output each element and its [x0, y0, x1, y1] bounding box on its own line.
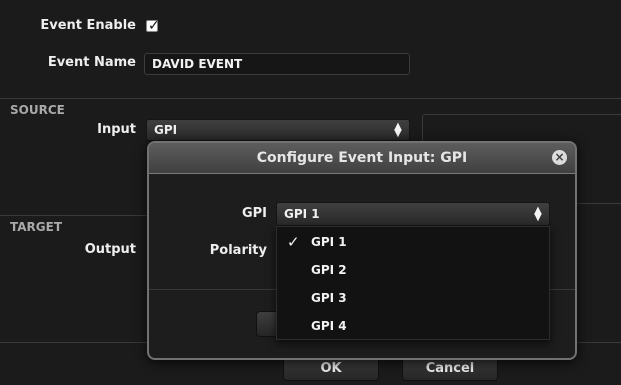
output-label: Output	[84, 242, 136, 257]
gpi-option-3[interactable]: GPI 3	[277, 284, 549, 312]
gpi-option-1[interactable]: ✓ GPI 1	[277, 228, 549, 256]
dialog-title: Configure Event Input: GPI	[256, 150, 468, 166]
event-enable-label: Event Enable	[40, 18, 136, 33]
polarity-label: Polarity	[209, 243, 267, 258]
gpi-dropdown-list: ✓ GPI 1 GPI 2 GPI 3 GPI 4	[276, 226, 550, 340]
input-select[interactable]: GPI ▲ ▼	[146, 119, 410, 141]
source-section-label: SOURCE	[10, 103, 65, 117]
source-divider	[0, 98, 621, 99]
ok-button[interactable]: OK	[283, 357, 379, 381]
checkmark-icon: ✓	[148, 18, 160, 34]
checkmark-icon: ✓	[287, 233, 300, 251]
gpi-option-label: GPI 4	[311, 319, 347, 333]
gpi-option-label: GPI 3	[311, 291, 347, 305]
input-select-value: GPI	[154, 123, 178, 137]
gpi-label: GPI	[241, 206, 267, 221]
gpi-option-2[interactable]: GPI 2	[277, 256, 549, 284]
gpi-select[interactable]: GPI 1 ▲ ▼	[276, 202, 550, 226]
updown-arrows-icon: ▲ ▼	[534, 205, 542, 223]
gpi-option-4[interactable]: GPI 4	[277, 312, 549, 340]
updown-arrows-icon: ▲ ▼	[394, 121, 402, 139]
event-name-input[interactable]: DAVID EVENT	[144, 53, 410, 75]
gpi-select-value: GPI 1	[284, 207, 320, 221]
event-name-label: Event Name	[47, 55, 136, 70]
cancel-button[interactable]: Cancel	[402, 357, 498, 381]
input-label: Input	[97, 122, 136, 137]
target-divider	[0, 215, 148, 216]
target-section-label: TARGET	[10, 220, 63, 234]
gpi-option-label: GPI 2	[311, 263, 347, 277]
event-enable-checkbox[interactable]: ✓	[146, 18, 160, 34]
gpi-option-label: GPI 1	[311, 235, 347, 249]
dialog-title-bar: Configure Event Input: GPI ×	[149, 143, 575, 174]
close-circle-icon[interactable]: ×	[552, 150, 567, 165]
